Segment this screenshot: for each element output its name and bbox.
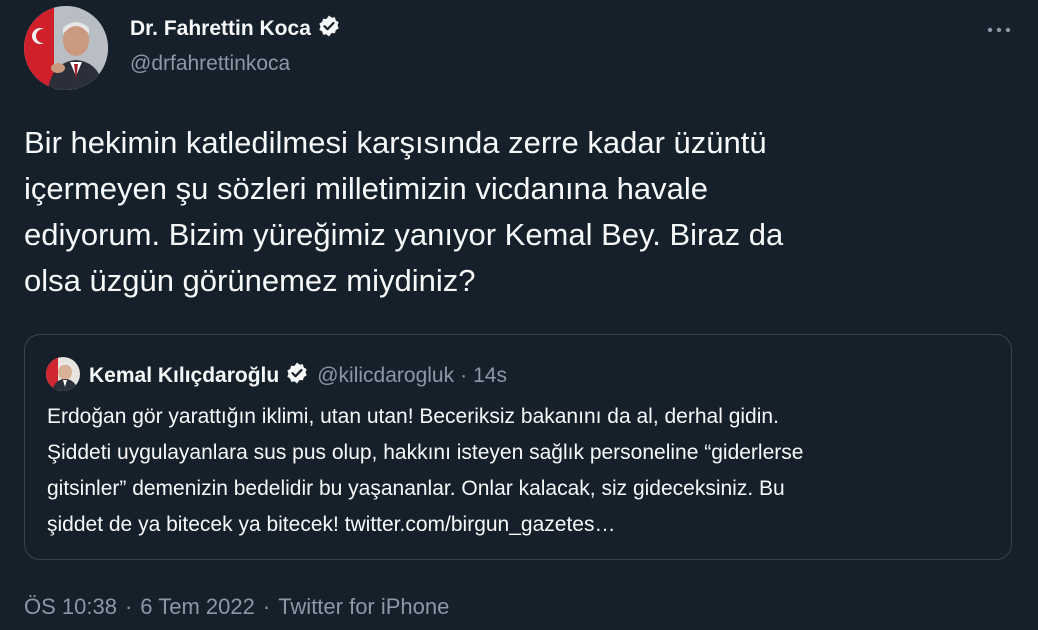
quoted-text-line: Erdoğan gör yarattığın iklimi, utan utan…: [47, 405, 779, 428]
more-horizontal-icon: [987, 16, 1011, 39]
quoted-author-handle: @kilicdarogluk: [317, 364, 455, 387]
quoted-text-line: gitsinler” demenizin bedelidir bu yaşana…: [47, 477, 785, 500]
verified-badge-icon: [285, 361, 309, 391]
meta-separator: ·: [124, 594, 133, 619]
tweet-text-line: Bir hekimin katledilmesi karşısında zerr…: [24, 125, 767, 160]
more-options-button[interactable]: [982, 14, 1016, 40]
author-name-text: Dr. Fahrettin Koca: [130, 17, 311, 40]
tweet-text-line: içermeyen şu sözleri milletimizin vicdan…: [24, 171, 708, 206]
quoted-text-line: şiddet de ya bitecek ya bitecek! twitter…: [47, 513, 616, 536]
tweet-text: Bir hekimin katledilmesi karşısında zerr…: [24, 120, 1014, 304]
quoted-timestamp: 14s: [473, 364, 507, 387]
quoted-text-line: Şiddeti uygulayanlara sus pus olup, hakk…: [47, 441, 804, 464]
tweet-time[interactable]: ÖS 10:38: [24, 594, 117, 620]
tweet-metadata: ÖS 10:38 · 6 Tem 2022 · Twitter for iPho…: [24, 594, 449, 620]
tweet-text-line: ediyorum. Bizim yüreğimiz yanıyor Kemal …: [24, 217, 784, 252]
tweet-source[interactable]: Twitter for iPhone: [278, 594, 449, 620]
quoted-tweet-card[interactable]: Kemal Kılıçdaroğlu @kilicdarogluk · 14s …: [24, 334, 1012, 560]
verified-badge-icon: [317, 14, 341, 44]
tweet-date[interactable]: 6 Tem 2022: [140, 594, 255, 620]
quoted-tweet-header: Kemal Kılıçdaroğlu @kilicdarogluk · 14s: [89, 361, 507, 391]
author-name[interactable]: Dr. Fahrettin Koca: [130, 14, 341, 44]
quoted-author-name: Kemal Kılıçdaroğlu: [89, 364, 280, 387]
meta-separator: ·: [262, 594, 271, 619]
tweet: Dr. Fahrettin Koca @drfahrettinkoca Bir …: [0, 0, 1038, 630]
tweet-text-line: olsa üzgün görünemez miydiniz?: [24, 263, 476, 298]
author-avatar[interactable]: [24, 6, 108, 90]
author-handle[interactable]: @drfahrettinkoca: [130, 52, 290, 76]
quoted-tweet-text: Erdoğan gör yarattığın iklimi, utan utan…: [47, 399, 997, 543]
quoted-author-avatar: [46, 357, 80, 391]
quoted-separator: ·: [460, 364, 468, 387]
